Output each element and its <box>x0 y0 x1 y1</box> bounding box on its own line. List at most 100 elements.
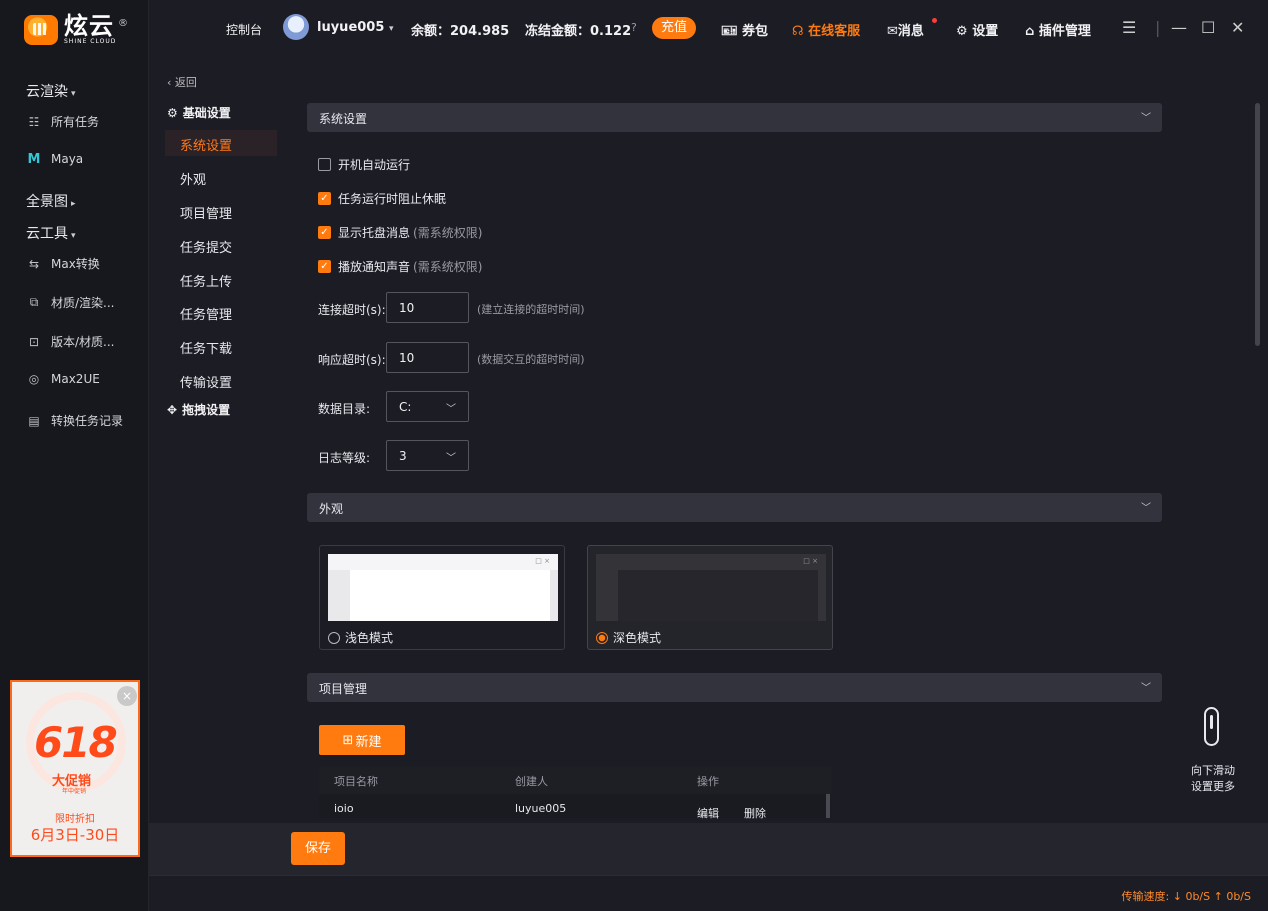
registered-mark: ® <box>118 18 128 29</box>
menu-icon[interactable]: ☰ <box>1122 18 1136 37</box>
checkbox-notify-sound[interactable]: ✓ 播放通知声音 (需系统权限) <box>318 258 482 275</box>
light-theme-preview: □ × <box>328 554 558 621</box>
project-table: 项目名称 创建人 操作 ioio luyue005 编辑 删除 <box>319 766 831 821</box>
theme-dark-option[interactable]: □ × 深色模式 <box>587 545 833 650</box>
rail-item-all-tasks[interactable]: ☷ 所有任务 <box>26 113 99 130</box>
settings-nav: ‹ 返回 ⚙ 基础设置 系统设置 外观 项目管理 任务提交 任务上传 任务管理 任… <box>149 58 289 823</box>
rail-item-max2ue[interactable]: ◎ Max2UE <box>26 372 100 386</box>
recharge-button[interactable]: 充值 <box>652 17 697 39</box>
gear-icon: ⚙ <box>167 105 178 120</box>
nav-item-project-management[interactable]: 项目管理 <box>180 203 232 222</box>
coupon-button[interactable]: 🎫︎ 券包 <box>721 20 768 39</box>
response-timeout-input[interactable]: 10 <box>386 342 469 373</box>
connect-timeout-input[interactable]: 10 <box>386 292 469 323</box>
response-timeout-hint: (数据交互的超时时间) <box>477 353 585 366</box>
new-project-button[interactable]: ⊞ 新建 <box>319 725 405 755</box>
rail-group-panorama[interactable]: 全景图 ▸ <box>26 191 76 211</box>
checkbox-prevent-sleep[interactable]: ✓ 任务运行时阻止休眠 <box>318 190 446 207</box>
coupon-icon: 🎫︎ <box>721 24 738 39</box>
rail-item-max-convert[interactable]: ⇆ Max转换 <box>26 255 100 272</box>
logo-mark-icon <box>24 14 58 45</box>
headset-icon: ☊ <box>792 24 804 39</box>
checkbox-tray-messages[interactable]: ✓ 显示托盘消息 (需系统权限) <box>318 224 482 241</box>
nav-item-task-download[interactable]: 任务下载 <box>180 338 232 357</box>
divider: | <box>1155 18 1161 37</box>
help-icon[interactable]: ? <box>631 21 637 34</box>
caret-down-icon: ▾ <box>71 231 76 241</box>
back-link[interactable]: ‹ 返回 <box>167 74 197 90</box>
caret-down-icon: ▾ <box>71 89 76 99</box>
checkbox-checked-icon: ✓ <box>318 260 331 273</box>
nav-item-task-management[interactable]: 任务管理 <box>180 304 232 323</box>
nav-item-system-settings[interactable]: 系统设置 <box>165 130 277 156</box>
brand-name-en: SHINE CLOUD <box>64 38 117 45</box>
console-link[interactable]: 控制台 <box>226 21 262 38</box>
plugin-manager-button[interactable]: ⌂ 插件管理 <box>1025 20 1091 39</box>
material-icon: ⧉ <box>29 295 39 309</box>
section-appearance[interactable]: 外观 ﹀ <box>307 493 1162 522</box>
minimize-icon[interactable]: — <box>1171 18 1187 37</box>
avatar[interactable] <box>283 14 309 40</box>
close-icon[interactable]: ✕ <box>1231 18 1244 37</box>
maya-icon: M <box>27 151 41 167</box>
nav-group-drag[interactable]: ✥ 拖拽设置 <box>167 401 230 418</box>
checkbox-checked-icon: ✓ <box>318 192 331 205</box>
transfer-speed: 传输速度: ↓ 0b/S ↑ 0b/S <box>1121 890 1251 903</box>
rail-item-version-material[interactable]: ⊡ 版本/材质... <box>26 333 115 350</box>
nav-item-task-upload[interactable]: 任务上传 <box>180 271 232 290</box>
brand-name: 炫云 <box>64 12 114 40</box>
section-system-settings[interactable]: 系统设置 ﹀ <box>307 103 1162 132</box>
theme-light-option[interactable]: □ × 浅色模式 <box>319 545 565 650</box>
status-bar: 传输速度: ↓ 0b/S ↑ 0b/S <box>149 875 1268 911</box>
rail-item-material-render[interactable]: ⧉ 材质/渲染... <box>26 294 115 311</box>
maximize-icon[interactable]: ☐ <box>1201 18 1215 37</box>
column-header-actions: 操作 <box>697 775 719 788</box>
checkbox-auto-start[interactable]: 开机自动运行 <box>318 156 410 173</box>
caret-down-icon: ▾ <box>388 24 394 34</box>
response-timeout-label: 响应超时(s): <box>318 353 386 367</box>
brand-logo[interactable]: 炫云 SHINE CLOUD <box>24 14 116 45</box>
radio-unselected-icon <box>328 631 340 644</box>
checkbox-checked-icon: ✓ <box>318 226 331 239</box>
settings-button[interactable]: ⚙ 设置 <box>956 20 998 39</box>
mouse-scroll-icon <box>1204 707 1219 746</box>
table-scrollbar[interactable] <box>826 794 830 818</box>
close-icon[interactable]: × <box>117 686 137 706</box>
max2ue-icon: ◎ <box>28 372 40 386</box>
nav-group-basic[interactable]: ⚙ 基础设置 <box>167 104 231 121</box>
connect-timeout-label: 连接超时(s): <box>318 303 386 317</box>
promo-date: 6月3日-30日 <box>30 826 120 844</box>
convert-icon: ⇆ <box>28 256 40 271</box>
save-button[interactable]: 保存 <box>291 832 345 865</box>
rail-item-maya[interactable]: M Maya <box>26 151 84 167</box>
rail-group-cloud-render[interactable]: 云渲染 ▾ <box>26 81 76 101</box>
mail-icon: ✉ <box>887 24 898 39</box>
delete-link[interactable]: 删除 <box>744 805 766 821</box>
nav-item-task-submit[interactable]: 任务提交 <box>180 237 232 256</box>
promo-banner[interactable]: 618 大促销 年中促销 限时折扣 6月3日-30日 × <box>10 680 140 857</box>
log-level-select[interactable]: 3 ﹀ <box>386 440 469 471</box>
chevron-down-icon: ﹀ <box>446 404 456 415</box>
nav-item-transfer-settings[interactable]: 传输设置 <box>180 372 232 391</box>
record-icon: ▤ <box>28 413 40 428</box>
username-menu[interactable]: luyue005 ▾ <box>317 20 393 35</box>
nav-item-appearance[interactable]: 外观 <box>180 169 206 188</box>
log-level-label: 日志等级: <box>318 451 371 465</box>
rail-group-cloud-tools[interactable]: 云工具 ▾ <box>26 223 76 243</box>
message-button[interactable]: ✉消息 <box>887 20 924 39</box>
frozen-amount-text: 冻结金额：0.122 <box>525 24 632 39</box>
promo-subtitle: 年中促销 <box>62 788 87 795</box>
section-project-management[interactable]: 项目管理 ﹀ <box>307 673 1162 702</box>
list-icon: ☷ <box>28 114 40 129</box>
column-header-name: 项目名称 <box>334 775 378 788</box>
promo-number: 618 <box>34 718 118 767</box>
column-header-creator: 创建人 <box>515 775 548 788</box>
edit-link[interactable]: 编辑 <box>697 805 719 821</box>
project-creator: luyue005 <box>515 802 567 815</box>
online-support-button[interactable]: ☊ 在线客服 <box>792 20 860 39</box>
rail-item-convert-records[interactable]: ▤ 转换任务记录 <box>26 412 123 429</box>
chevron-down-icon: ﹀ <box>1141 503 1151 514</box>
data-dir-label: 数据目录: <box>318 402 371 416</box>
data-dir-select[interactable]: C: ﹀ <box>386 391 469 422</box>
page-scrollbar[interactable] <box>1255 103 1260 346</box>
